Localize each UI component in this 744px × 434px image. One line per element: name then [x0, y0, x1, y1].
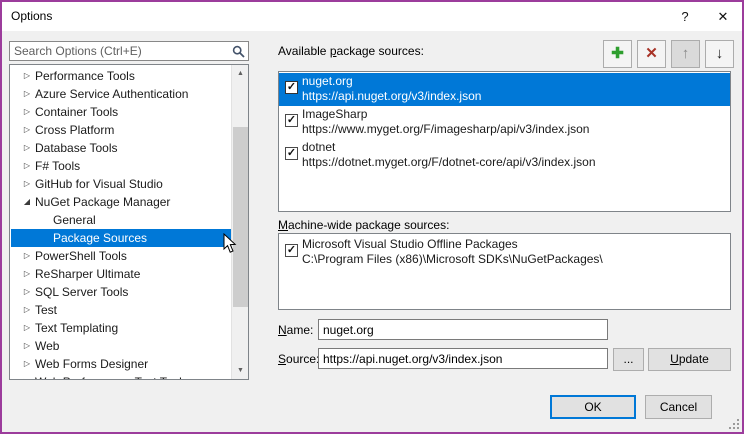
move-down-button[interactable]: ↓ [705, 40, 734, 68]
checkbox-checked[interactable]: ✓ [285, 147, 298, 160]
tree-item-database-tools[interactable]: ▷Database Tools [11, 139, 231, 157]
source-field[interactable] [318, 348, 608, 369]
remove-source-button[interactable]: ✕ [637, 40, 666, 68]
collapsed-icon[interactable]: ▷ [19, 121, 35, 139]
tree-item-azure-service-authentication[interactable]: ▷Azure Service Authentication [11, 85, 231, 103]
available-sources-list: ✓ nuget.org https://api.nuget.org/v3/ind… [278, 71, 731, 212]
collapsed-icon[interactable]: ▷ [19, 85, 35, 103]
source-name: ImageSharp [302, 107, 367, 122]
source-url: https://dotnet.myget.org/F/dotnet-core/a… [302, 155, 596, 170]
source-url: https://api.nuget.org/v3/index.json [302, 89, 481, 104]
source-row-dotnet[interactable]: ✓ dotnet https://dotnet.myget.org/F/dotn… [279, 139, 730, 172]
tree-item-sql-server-tools[interactable]: ▷SQL Server Tools [11, 283, 231, 301]
scroll-down-icon[interactable]: ▼ [232, 362, 249, 379]
source-row-nuget-org[interactable]: ✓ nuget.org https://api.nuget.org/v3/ind… [279, 73, 730, 106]
add-source-button[interactable]: ✚ [603, 40, 632, 68]
collapsed-icon[interactable]: ▷ [19, 139, 35, 157]
collapsed-icon[interactable]: ▷ [19, 283, 35, 301]
tree-item-powershell-tools[interactable]: ▷PowerShell Tools [11, 247, 231, 265]
scrollbar-thumb[interactable] [233, 127, 248, 307]
tree-item-fsharp-tools[interactable]: ▷F# Tools [11, 157, 231, 175]
cancel-button[interactable]: Cancel [645, 395, 712, 419]
checkbox-checked[interactable]: ✓ [285, 244, 298, 257]
tree-item-performance-tools[interactable]: ▷Performance Tools [11, 67, 231, 85]
window-title: Options [11, 2, 52, 31]
machine-sources-label: Machine-wide package sources: [278, 218, 449, 232]
tree-item-nuget-package-manager[interactable]: ◢NuGet Package Manager [11, 193, 231, 211]
collapsed-icon[interactable]: ▷ [19, 373, 35, 380]
mouse-cursor [223, 233, 237, 254]
ok-button[interactable]: OK [550, 395, 636, 419]
options-tree: ▷Performance Tools ▷Azure Service Authen… [9, 64, 249, 380]
source-label: Source: [278, 352, 319, 366]
tree-item-text-templating[interactable]: ▷Text Templating [11, 319, 231, 337]
search-box [9, 41, 249, 61]
available-sources-label: Available package sources: [278, 44, 424, 58]
machine-sources-list: ✓ Microsoft Visual Studio Offline Packag… [278, 233, 731, 310]
collapsed-icon[interactable]: ▷ [19, 337, 35, 355]
expanded-icon[interactable]: ◢ [19, 193, 35, 211]
checkbox-checked[interactable]: ✓ [285, 114, 298, 127]
collapsed-icon[interactable]: ▷ [19, 247, 35, 265]
source-row-imagesharp[interactable]: ✓ ImageSharp https://www.myget.org/F/ima… [279, 106, 730, 139]
search-icon [232, 45, 245, 58]
collapsed-icon[interactable]: ▷ [19, 157, 35, 175]
plus-icon: ✚ [611, 45, 624, 62]
tree-item-test[interactable]: ▷Test [11, 301, 231, 319]
tree-item-package-sources[interactable]: Package Sources [11, 229, 231, 247]
tree-item-web[interactable]: ▷Web [11, 337, 231, 355]
arrow-down-icon: ↓ [716, 45, 724, 62]
resize-grip[interactable] [727, 417, 739, 429]
delete-icon: ✕ [645, 45, 658, 62]
collapsed-icon[interactable]: ▷ [19, 355, 35, 373]
options-dialog: Options ? ✕ ▷Performance Tools ▷Azure Se… [0, 0, 744, 434]
tree-item-github-for-visual-studio[interactable]: ▷GitHub for Visual Studio [11, 175, 231, 193]
tree-item-web-forms-designer[interactable]: ▷Web Forms Designer [11, 355, 231, 373]
source-name: Microsoft Visual Studio Offline Packages [302, 237, 518, 252]
tree-scrollbar[interactable]: ▲ ▼ [231, 65, 248, 379]
tree-item-container-tools[interactable]: ▷Container Tools [11, 103, 231, 121]
titlebar: Options ? ✕ [2, 2, 742, 31]
browse-button[interactable]: ... [613, 348, 644, 371]
search-input[interactable] [14, 43, 226, 59]
source-name: dotnet [302, 140, 335, 155]
source-url: https://www.myget.org/F/imagesharp/api/v… [302, 122, 589, 137]
collapsed-icon[interactable]: ▷ [19, 301, 35, 319]
source-row-offline-packages[interactable]: ✓ Microsoft Visual Studio Offline Packag… [279, 236, 730, 269]
move-up-button[interactable]: ↑ [671, 40, 700, 68]
collapsed-icon[interactable]: ▷ [19, 175, 35, 193]
tree-item-cross-platform[interactable]: ▷Cross Platform [11, 121, 231, 139]
name-field[interactable] [318, 319, 608, 340]
scroll-up-icon[interactable]: ▲ [232, 65, 249, 82]
source-name: nuget.org [302, 74, 353, 89]
tree-item-general[interactable]: General [11, 211, 231, 229]
tree-item-resharper-ultimate[interactable]: ▷ReSharper Ultimate [11, 265, 231, 283]
update-button[interactable]: Update [648, 348, 731, 371]
name-label: Name: [278, 323, 313, 337]
checkbox-checked[interactable]: ✓ [285, 81, 298, 94]
help-icon[interactable]: ? [668, 2, 702, 31]
arrow-up-icon: ↑ [682, 45, 690, 62]
collapsed-icon[interactable]: ▷ [19, 319, 35, 337]
tree-item-web-performance-test-tools[interactable]: ▷Web Performance Test Tools [11, 373, 231, 380]
source-url: C:\Program Files (x86)\Microsoft SDKs\Nu… [302, 252, 603, 267]
collapsed-icon[interactable]: ▷ [19, 103, 35, 121]
collapsed-icon[interactable]: ▷ [19, 67, 35, 85]
close-icon[interactable]: ✕ [706, 2, 740, 31]
collapsed-icon[interactable]: ▷ [19, 265, 35, 283]
